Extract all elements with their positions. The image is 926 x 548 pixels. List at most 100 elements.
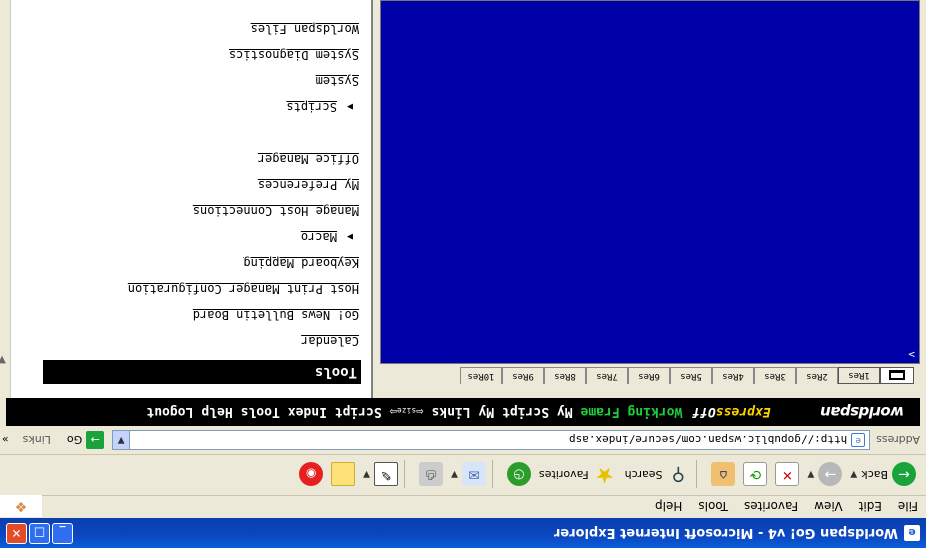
favorites-star-icon: ★: [594, 462, 615, 487]
go-label: Go: [66, 433, 83, 447]
terminal-prompt: >: [908, 348, 915, 361]
panel-scrollbar[interactable]: ▼: [0, 0, 11, 398]
window-title: Worldspan Go! v4 - Microsoft Internet Ex…: [553, 525, 898, 541]
refresh-button[interactable]: ⟳: [743, 462, 768, 487]
tools-item-scripts[interactable]: ▶ Scripts: [29, 94, 359, 120]
messenger-button[interactable]: ◉: [299, 462, 324, 487]
res-tab-10[interactable]: 10Res: [460, 367, 502, 384]
edit-icon: ✎: [374, 462, 399, 487]
print-button[interactable]: ⎙: [419, 462, 444, 487]
tools-item-macro[interactable]: ▶ Macro: [29, 224, 359, 250]
tools-item-worldspan-files[interactable]: Worldspan Files: [29, 16, 359, 42]
tools-menu-spacer: [29, 120, 359, 146]
search-label: Search: [624, 468, 663, 481]
help-link[interactable]: Help: [201, 405, 232, 420]
menu-help[interactable]: Help: [655, 500, 682, 514]
history-button[interactable]: ◷: [506, 462, 531, 487]
address-label: Address: [876, 433, 920, 447]
express-label[interactable]: Express: [716, 405, 771, 420]
title-bar[interactable]: e Worldspan Go! v4 - Microsoft Internet …: [0, 518, 926, 548]
tools-panel: Tools Calendar Go! News Bulletin Board H…: [11, 0, 373, 398]
address-dropdown-icon[interactable]: ▼: [113, 431, 131, 449]
go-button[interactable]: → Go: [66, 431, 105, 449]
tools-item-my-preferences[interactable]: My Preferences: [29, 172, 359, 198]
back-arrow-icon: ←: [892, 462, 916, 487]
resize-arrows-icon[interactable]: ⇦size⇨: [390, 405, 424, 419]
menu-view[interactable]: View: [814, 500, 842, 514]
tools-item-keyboard-mapping[interactable]: Keyboard Mapping: [29, 250, 359, 276]
res-tab-7[interactable]: 7Res: [586, 367, 628, 384]
my-script-link[interactable]: My Script: [502, 405, 572, 420]
menu-file[interactable]: File: [898, 500, 918, 514]
scripts-label: Scripts: [286, 100, 337, 114]
tools-panel-title: Tools: [43, 360, 361, 384]
stop-button[interactable]: ✕: [775, 462, 800, 487]
script-index-link[interactable]: Script Index: [288, 405, 382, 420]
res-tab-2[interactable]: 2Res: [796, 367, 838, 384]
mail-dropdown-icon[interactable]: ▼: [451, 470, 458, 480]
home-button[interactable]: ⌂: [711, 462, 736, 487]
forward-button[interactable]: → ▼: [807, 462, 843, 487]
address-bar: Address e http://gopublic.wspan.com/secu…: [0, 427, 926, 453]
mail-button[interactable]: ✉ ▼: [451, 462, 486, 487]
favorites-label: Favorites: [538, 468, 589, 481]
tools-item-calendar[interactable]: Calendar: [29, 328, 359, 354]
res-tab-9[interactable]: 9Res: [502, 367, 544, 384]
tools-item-system[interactable]: System: [29, 68, 359, 94]
res-tab-6[interactable]: 6Res: [628, 367, 670, 384]
tools-item-news-bulletin[interactable]: Go! News Bulletin Board: [29, 302, 359, 328]
res-tab-4[interactable]: 4Res: [712, 367, 754, 384]
edit-button[interactable]: ✎ ▼: [363, 462, 399, 487]
favorites-button[interactable]: ★ Favorites: [538, 462, 617, 487]
terminal-view-tab[interactable]: [880, 367, 914, 384]
express-off-label[interactable]: Off: [692, 405, 715, 420]
terminal-screen[interactable]: >: [380, 0, 920, 364]
address-url: http://gopublic.wspan.com/secure/index.a…: [569, 433, 848, 447]
close-button[interactable]: ✕: [6, 523, 27, 544]
maximize-button[interactable]: □: [29, 523, 50, 544]
res-tab-5[interactable]: 5Res: [670, 367, 712, 384]
forward-dropdown-icon[interactable]: ▼: [807, 470, 814, 480]
discuss-button[interactable]: [331, 462, 356, 487]
tools-link[interactable]: Tools: [241, 405, 280, 420]
tools-menu: Calendar Go! News Bulletin Board Host Pr…: [29, 16, 359, 354]
logout-link[interactable]: Logout: [146, 405, 193, 420]
working-frame-link[interactable]: Working Frame: [581, 405, 683, 420]
res-tab-8[interactable]: 8Res: [544, 367, 586, 384]
print-icon: ⎙: [419, 462, 444, 487]
worldspan-logo: worldspan: [820, 403, 904, 421]
res-tab-3[interactable]: 3Res: [754, 367, 796, 384]
windows-logo-icon: ❖: [0, 495, 42, 517]
menu-favorites[interactable]: Favorites: [744, 500, 798, 514]
my-links-link[interactable]: My Links: [431, 405, 494, 420]
links-button[interactable]: Links: [23, 434, 51, 447]
scroll-down-icon[interactable]: ▼: [0, 352, 10, 368]
forward-arrow-icon: →: [818, 462, 843, 487]
go-arrow-icon: →: [86, 431, 105, 449]
history-icon: ◷: [506, 462, 531, 487]
back-dropdown-icon[interactable]: ▼: [850, 470, 857, 480]
worldspan-nav-bar: worldspan Express Off Working Frame My S…: [6, 398, 920, 426]
tools-item-host-print-manager[interactable]: Host Print Manager Configuration: [29, 276, 359, 302]
menu-tools[interactable]: Tools: [698, 500, 728, 514]
messenger-icon: ◉: [299, 462, 324, 487]
tools-item-system-diagnostics[interactable]: System Diagnostics: [29, 42, 359, 68]
monitor-icon: [889, 370, 905, 381]
links-more-icon[interactable]: »: [2, 434, 9, 447]
back-label: Back: [861, 468, 888, 481]
menu-edit[interactable]: Edit: [859, 500, 882, 514]
tools-item-manage-host-connections[interactable]: Manage Host Connections: [29, 198, 359, 224]
search-icon: ⚲: [671, 464, 686, 485]
stop-icon: ✕: [775, 462, 800, 487]
res-tab-1[interactable]: 1Res: [838, 367, 880, 384]
back-button[interactable]: ← Back ▼: [850, 462, 916, 487]
toolbar-separator: [491, 460, 493, 489]
resize-label: size: [396, 406, 417, 415]
minimize-button[interactable]: _: [52, 523, 73, 544]
search-button[interactable]: ⚲ Search: [625, 463, 691, 487]
tools-item-office-manager[interactable]: Office Manager: [29, 146, 359, 172]
edit-dropdown-icon[interactable]: ▼: [363, 470, 370, 480]
standard-toolbar: ← Back ▼ → ▼ ✕ ⟳ ⌂ ⚲ Search ★ Favorites …: [0, 454, 926, 494]
refresh-icon: ⟳: [743, 462, 768, 487]
address-input[interactable]: e http://gopublic.wspan.com/secure/index…: [112, 430, 871, 450]
